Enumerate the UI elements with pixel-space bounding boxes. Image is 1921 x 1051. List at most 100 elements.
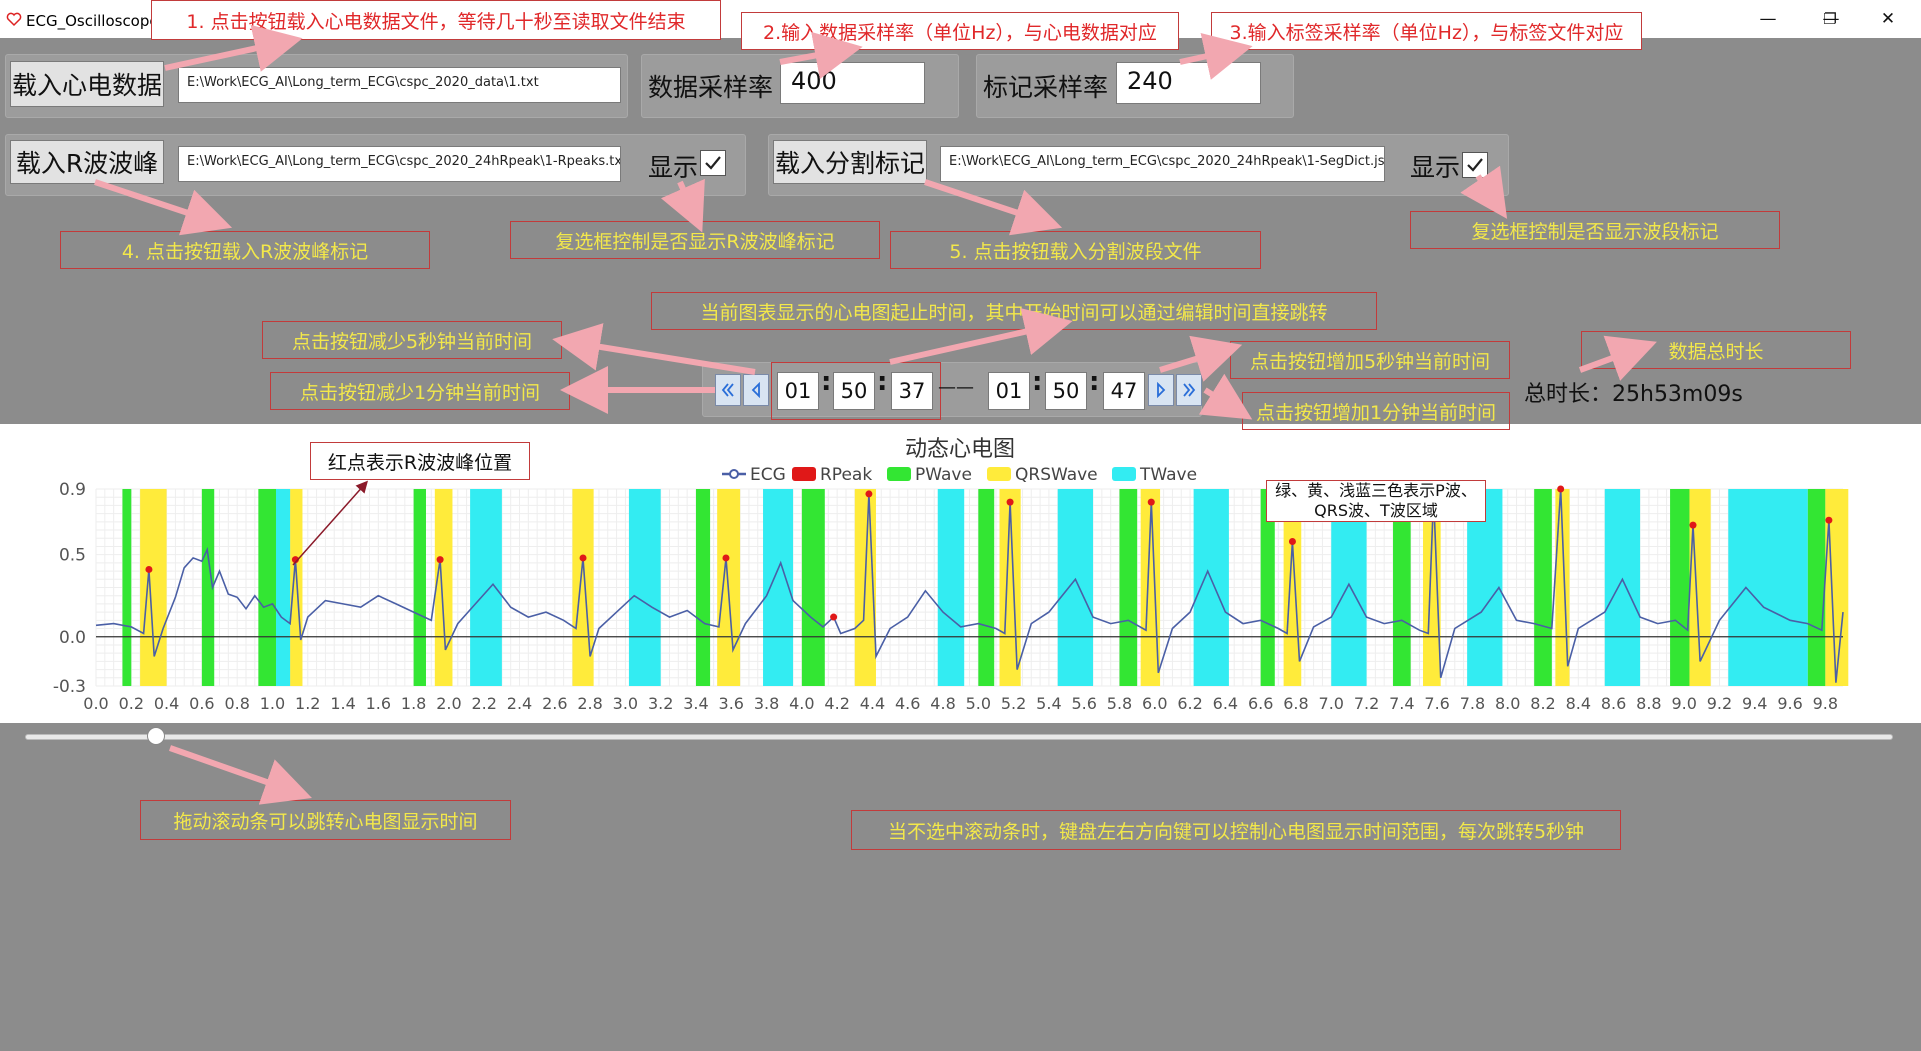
checkmark-icon [705, 156, 721, 170]
legend-swatch-rpeak [792, 467, 816, 481]
rpeak-point [1825, 516, 1833, 524]
x-tick-label: 1.4 [330, 694, 355, 713]
colon: : [821, 367, 832, 397]
load-ecg-button[interactable]: 载入心电数据 [10, 61, 164, 107]
x-tick-label: 2.8 [577, 694, 602, 713]
app-heart-icon [6, 11, 22, 27]
mark-rate-label: 标记采样率 [983, 73, 1109, 102]
x-tick-label: 2.4 [507, 694, 532, 713]
annotation-rpeak-dot: 红点表示R波波峰位置 [310, 442, 530, 480]
p-wave-band [1534, 489, 1552, 686]
annotation-time-range: 当前图表显示的心电图起止时间，其中开始时间可以通过编辑时间直接跳转 [651, 292, 1377, 330]
minus-5s-button[interactable] [743, 374, 769, 406]
start-hour-field[interactable]: 01 [777, 372, 819, 410]
plus-5s-button[interactable] [1148, 374, 1174, 406]
arrow [1198, 373, 1253, 420]
maximize-button[interactable]: ❐ [1800, 0, 1860, 38]
minimize-button-2[interactable]: — [1738, 0, 1798, 38]
x-tick-label: 5.2 [1001, 694, 1026, 713]
double-right-icon [1183, 383, 1196, 397]
rpeak-point [1557, 485, 1565, 493]
x-tick-label: 7.0 [1319, 694, 1344, 713]
x-tick-label: 5.4 [1036, 694, 1061, 713]
show-seg-checkbox[interactable] [1462, 152, 1488, 178]
legend-label-twave: TWave [1139, 465, 1197, 485]
rpeak-point [1689, 521, 1697, 529]
x-tick-label: 2.0 [436, 694, 461, 713]
plus-1min-button[interactable] [1176, 374, 1202, 406]
t-wave-band [1604, 489, 1641, 686]
annotation-rpeak-checkbox: 复选框控制是否显示R波波峰标记 [510, 221, 880, 259]
mark-rate-input[interactable]: 240 [1116, 62, 1261, 104]
window-title: ECG_Oscilloscope [26, 12, 159, 30]
y-tick-label: 0.9 [59, 480, 86, 500]
annotation-plus-5s: 点击按钮增加5秒钟当前时间 [1230, 341, 1510, 379]
x-tick-label: 8.8 [1636, 694, 1661, 713]
data-rate-input[interactable]: 400 [780, 62, 925, 104]
y-tick-label: 0.5 [59, 546, 86, 566]
p-wave-band [1670, 489, 1690, 686]
x-tick-label: 8.0 [1495, 694, 1520, 713]
qrs-wave-band [434, 489, 453, 686]
x-tick-label: 5.0 [966, 694, 991, 713]
time-slider-track[interactable] [25, 734, 1893, 740]
left-arrow-icon [751, 382, 760, 398]
annotation-wave-colors: 绿、黄、浅蓝三色表示P波、QRS波、T波区域 [1266, 480, 1486, 522]
p-wave-band [413, 489, 426, 686]
x-tick-label: 6.2 [1177, 694, 1202, 713]
qrs-wave-band [140, 489, 167, 686]
x-tick-label: 4.6 [895, 694, 920, 713]
annotation-load-ecg: 1. 点击按钮载入心电数据文件，等待几十秒至读取文件结束 [151, 0, 721, 40]
load-rpeak-button[interactable]: 载入R波波峰 [10, 140, 164, 184]
rpeak-point [145, 565, 153, 573]
x-tick-label: 3.6 [719, 694, 744, 713]
end-hour-field: 01 [988, 372, 1030, 410]
close-button[interactable]: ✕ [1858, 0, 1918, 38]
time-slider-thumb[interactable] [146, 727, 165, 745]
x-tick-label: 6.8 [1283, 694, 1308, 713]
annotation-arrow-keys: 当不选中滚动条时，键盘左右方向键可以控制心电图显示时间范围，每次跳转5秒钟 [851, 810, 1621, 850]
x-tick-label: 7.2 [1354, 694, 1379, 713]
x-tick-label: 9.2 [1707, 694, 1732, 713]
x-tick-label: 4.4 [860, 694, 885, 713]
checkmark-icon [1467, 158, 1483, 172]
x-tick-label: 2.2 [471, 694, 496, 713]
x-tick-label: 9.6 [1777, 694, 1802, 713]
start-second-field[interactable]: 37 [891, 372, 933, 410]
p-wave-band [1807, 489, 1826, 686]
rpeak-point [291, 556, 299, 564]
total-duration: 总时长：25h53m09s [1524, 382, 1743, 407]
show-rpeak-checkbox[interactable] [700, 150, 726, 176]
x-tick-label: 4.0 [789, 694, 814, 713]
legend-label-pwave: PWave [915, 465, 972, 485]
x-tick-label: 1.6 [366, 694, 391, 713]
p-wave-band [1119, 489, 1138, 686]
rpeak-path-field[interactable]: E:\Work\ECG_AI\Long_term_ECG\cspc_2020_2… [178, 146, 621, 182]
t-wave-band [1728, 489, 1808, 686]
rpeak-point [722, 554, 730, 562]
show-seg-label: 显示 [1410, 153, 1461, 182]
x-tick-label: 0.2 [119, 694, 144, 713]
t-wave-band [628, 489, 661, 686]
x-tick-label: 9.8 [1813, 694, 1838, 713]
time-range-dash: —— [938, 377, 974, 398]
chart-title: 动态心电图 [905, 437, 1015, 462]
legend-swatch-twave [1112, 467, 1136, 481]
ecg-path-field[interactable]: E:\Work\ECG_AI\Long_term_ECG\cspc_2020_d… [178, 67, 621, 103]
y-tick-label: -0.3 [53, 677, 86, 697]
x-tick-label: 6.0 [1142, 694, 1167, 713]
seg-path-field[interactable]: E:\Work\ECG_AI\Long_term_ECG\cspc_2020_2… [940, 146, 1385, 182]
start-minute-field[interactable]: 50 [833, 372, 875, 410]
load-seg-button[interactable]: 载入分割标记 [773, 140, 927, 184]
x-tick-label: 7.4 [1389, 694, 1414, 713]
rpeak-point [1006, 498, 1014, 506]
minus-1min-button[interactable] [715, 374, 741, 406]
rpeak-point [865, 490, 873, 498]
legend-swatch-pwave [887, 467, 911, 481]
annotation-minus-5s: 点击按钮减少5秒钟当前时间 [262, 321, 562, 359]
p-wave-band [801, 489, 825, 686]
end-second-field: 47 [1103, 372, 1145, 410]
x-tick-label: 5.8 [1107, 694, 1132, 713]
right-arrow-icon [1157, 382, 1166, 398]
x-tick-label: 7.8 [1460, 694, 1485, 713]
